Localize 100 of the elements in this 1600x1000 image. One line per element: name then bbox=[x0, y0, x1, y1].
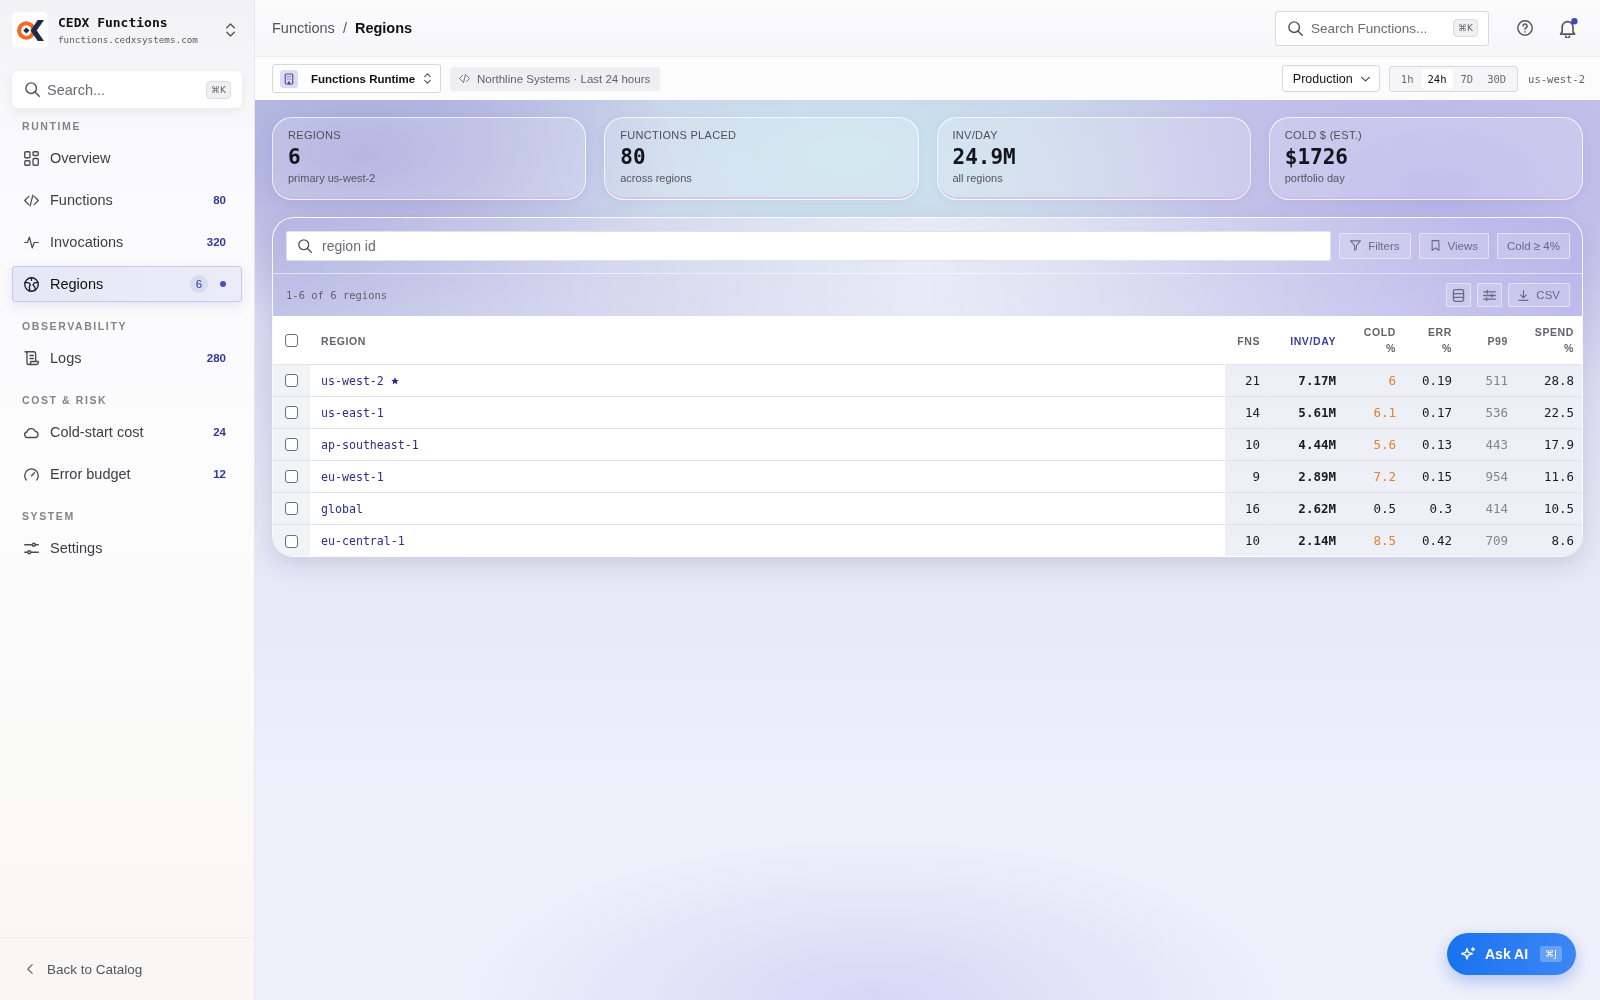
checkbox[interactable] bbox=[285, 438, 298, 452]
nav-item[interactable]: Overview bbox=[12, 140, 242, 176]
ask-ai-button[interactable]: Ask AI ⌘J bbox=[1447, 933, 1576, 975]
filters-button[interactable]: Filters bbox=[1339, 232, 1411, 259]
item-count: 280 bbox=[206, 352, 226, 364]
stat-value: 80 bbox=[620, 144, 647, 170]
scroll-icon bbox=[24, 350, 39, 366]
column-header[interactable]: FNS bbox=[1237, 332, 1260, 349]
logo-icon bbox=[12, 12, 48, 48]
time-range-option[interactable]: 7D bbox=[1453, 68, 1481, 89]
checkbox[interactable] bbox=[285, 502, 298, 516]
download-icon bbox=[1518, 289, 1530, 301]
time-range-option[interactable]: 30D bbox=[1480, 68, 1514, 89]
table-cell: 0.5 bbox=[1373, 500, 1396, 516]
table-cell: 8.5 bbox=[1373, 532, 1396, 548]
table-cell: 17.9 bbox=[1543, 436, 1574, 452]
updown-chevron-icon[interactable] bbox=[226, 23, 235, 37]
region-link[interactable]: eu-central-1 bbox=[321, 534, 405, 548]
region-link[interactable]: us-east-1 bbox=[321, 405, 384, 420]
rows-icon bbox=[1452, 288, 1466, 302]
breadcrumb-separator: / bbox=[342, 20, 347, 36]
table-cell: 0.13 bbox=[1421, 436, 1452, 452]
item-count: 12 bbox=[213, 468, 226, 480]
checkbox[interactable] bbox=[285, 334, 298, 347]
table-cell: 28.8 bbox=[1543, 372, 1574, 388]
result-count: 1-6 of 6 regions bbox=[286, 289, 388, 301]
time-range-option[interactable]: 1h bbox=[1393, 68, 1421, 89]
nav-item[interactable]: Error budget 12 bbox=[12, 456, 242, 492]
nav-item[interactable]: Invocations 320 bbox=[12, 224, 242, 260]
stat-caption: all regions bbox=[952, 171, 1004, 185]
table-cell: 22.5 bbox=[1543, 404, 1574, 420]
app-title: CEDX Functions bbox=[58, 15, 169, 30]
table-cell: 4.44M bbox=[1298, 436, 1336, 452]
item-count: 24 bbox=[213, 426, 226, 438]
chevron-left-icon bbox=[27, 964, 33, 974]
table-cell: 511 bbox=[1485, 372, 1508, 388]
section-heading: COST & RISK bbox=[21, 393, 109, 408]
table-cell: 8.6 bbox=[1551, 532, 1574, 548]
table-cell: 7.17M bbox=[1298, 372, 1336, 388]
item-count: 320 bbox=[206, 236, 226, 248]
table-cell: 2.62M bbox=[1298, 500, 1336, 516]
checkbox[interactable] bbox=[285, 470, 298, 484]
runtime-select[interactable]: Functions Runtime bbox=[272, 64, 441, 93]
environment-select[interactable]: Production bbox=[1281, 65, 1380, 92]
table-cell: 11.6 bbox=[1543, 468, 1574, 484]
sliders-icon bbox=[1483, 288, 1497, 302]
table-cell: 5.61M bbox=[1298, 404, 1336, 420]
search-field[interactable]: region id bbox=[286, 230, 1332, 261]
breadcrumb-current: Regions bbox=[354, 20, 413, 36]
region-link[interactable]: global bbox=[321, 501, 363, 516]
sliders-icon bbox=[24, 540, 39, 556]
nav-item[interactable]: Settings bbox=[12, 530, 242, 566]
table-cell: 16 bbox=[1244, 500, 1260, 516]
table-cell: 6 bbox=[1388, 372, 1396, 388]
help-icon[interactable] bbox=[1517, 20, 1533, 36]
table-cell: 0.42 bbox=[1421, 532, 1452, 548]
table-cell: 0.15 bbox=[1421, 468, 1452, 484]
region-link[interactable]: us-west-2 bbox=[321, 373, 384, 388]
table-cell: 0.19 bbox=[1421, 372, 1452, 388]
section-heading: SYSTEM bbox=[21, 509, 76, 524]
stat-value: 24.9M bbox=[952, 144, 1017, 170]
back-link[interactable]: Back to Catalog bbox=[27, 961, 143, 977]
table-cell: 5.6 bbox=[1373, 436, 1396, 452]
status-dot-icon bbox=[220, 281, 226, 287]
code-icon bbox=[24, 192, 39, 208]
nav-item[interactable]: Functions 80 bbox=[12, 182, 242, 218]
checkbox[interactable] bbox=[285, 534, 298, 548]
item-count: 6 bbox=[190, 275, 208, 293]
building-icon bbox=[280, 69, 298, 88]
table-cell: 954 bbox=[1485, 468, 1508, 484]
sparkle-icon bbox=[1461, 946, 1476, 962]
bookmark-icon bbox=[1429, 240, 1441, 251]
code-icon bbox=[459, 74, 470, 83]
section-heading: OBSERVABILITY bbox=[21, 319, 128, 334]
columns-button[interactable] bbox=[1477, 283, 1503, 307]
bell-icon[interactable] bbox=[1559, 18, 1578, 38]
stat-label: FUNCTIONS PLACED bbox=[620, 128, 738, 142]
breadcrumb-link[interactable]: Functions bbox=[272, 20, 335, 36]
checkbox[interactable] bbox=[285, 374, 298, 388]
table-cell: 21 bbox=[1244, 372, 1260, 388]
region-link[interactable]: ap-southeast-1 bbox=[321, 437, 419, 452]
item-count: 80 bbox=[213, 194, 226, 206]
nav-item[interactable]: Regions 6 bbox=[12, 266, 242, 302]
region-link[interactable]: eu-west-1 bbox=[321, 469, 384, 484]
nav-item[interactable]: Logs 280 bbox=[12, 340, 242, 376]
stat-value: $1726 bbox=[1284, 144, 1349, 170]
time-range-option[interactable]: 24h bbox=[1420, 68, 1454, 89]
search-icon bbox=[25, 82, 40, 97]
column-header[interactable]: P99 bbox=[1487, 332, 1508, 349]
stat-label: INV/DAY bbox=[952, 128, 999, 142]
shortcut-key: ⌘J bbox=[1540, 946, 1562, 962]
column-header[interactable]: REGION bbox=[321, 332, 367, 349]
app-domain: functions.cedxsystems.com bbox=[58, 34, 199, 45]
nav-item[interactable]: Cold-start cost 24 bbox=[12, 414, 242, 450]
table-cell: 414 bbox=[1485, 500, 1508, 516]
pulse-icon bbox=[24, 234, 39, 250]
checkbox[interactable] bbox=[285, 406, 298, 420]
density-button[interactable] bbox=[1446, 283, 1472, 307]
search-icon bbox=[298, 238, 312, 253]
table-cell: 0.3 bbox=[1429, 500, 1452, 516]
